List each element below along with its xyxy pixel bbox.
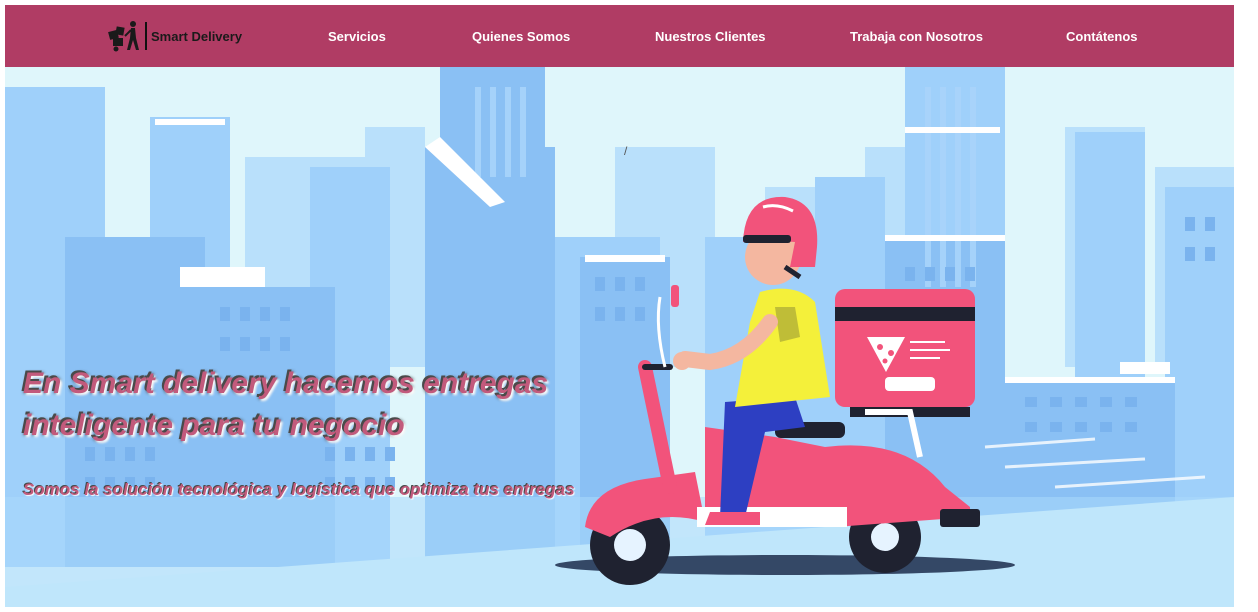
nav-link-trabaja-con-nosotros[interactable]: Trabaja con Nosotros — [850, 29, 983, 44]
nav-link-servicios[interactable]: Servicios — [328, 29, 386, 44]
nav-link-quienes-somos[interactable]: Quienes Somos — [472, 29, 570, 44]
stray-slash-text: / — [624, 144, 628, 158]
scooter-delivery-rider-illustration — [5, 67, 1234, 607]
hero-subtitle: Somos la solución tecnológica y logístic… — [23, 480, 575, 499]
nav-link-nuestros-clientes[interactable]: Nuestros Clientes — [655, 29, 766, 44]
delivery-person-with-boxes-icon — [107, 19, 143, 53]
hero-banner: / En Smart delivery hacemos entregas int… — [5, 67, 1234, 607]
brand-name: Smart Delivery — [151, 28, 243, 44]
hero-title: En Smart delivery hacemos entregas intel… — [23, 367, 549, 442]
nav-link-contatenos[interactable]: Contátenos — [1066, 29, 1138, 44]
brand-logo[interactable]: Smart Delivery — [107, 17, 242, 55]
top-navbar: Smart Delivery Servicios Quienes Somos N… — [5, 5, 1234, 67]
brand-divider — [145, 22, 147, 50]
